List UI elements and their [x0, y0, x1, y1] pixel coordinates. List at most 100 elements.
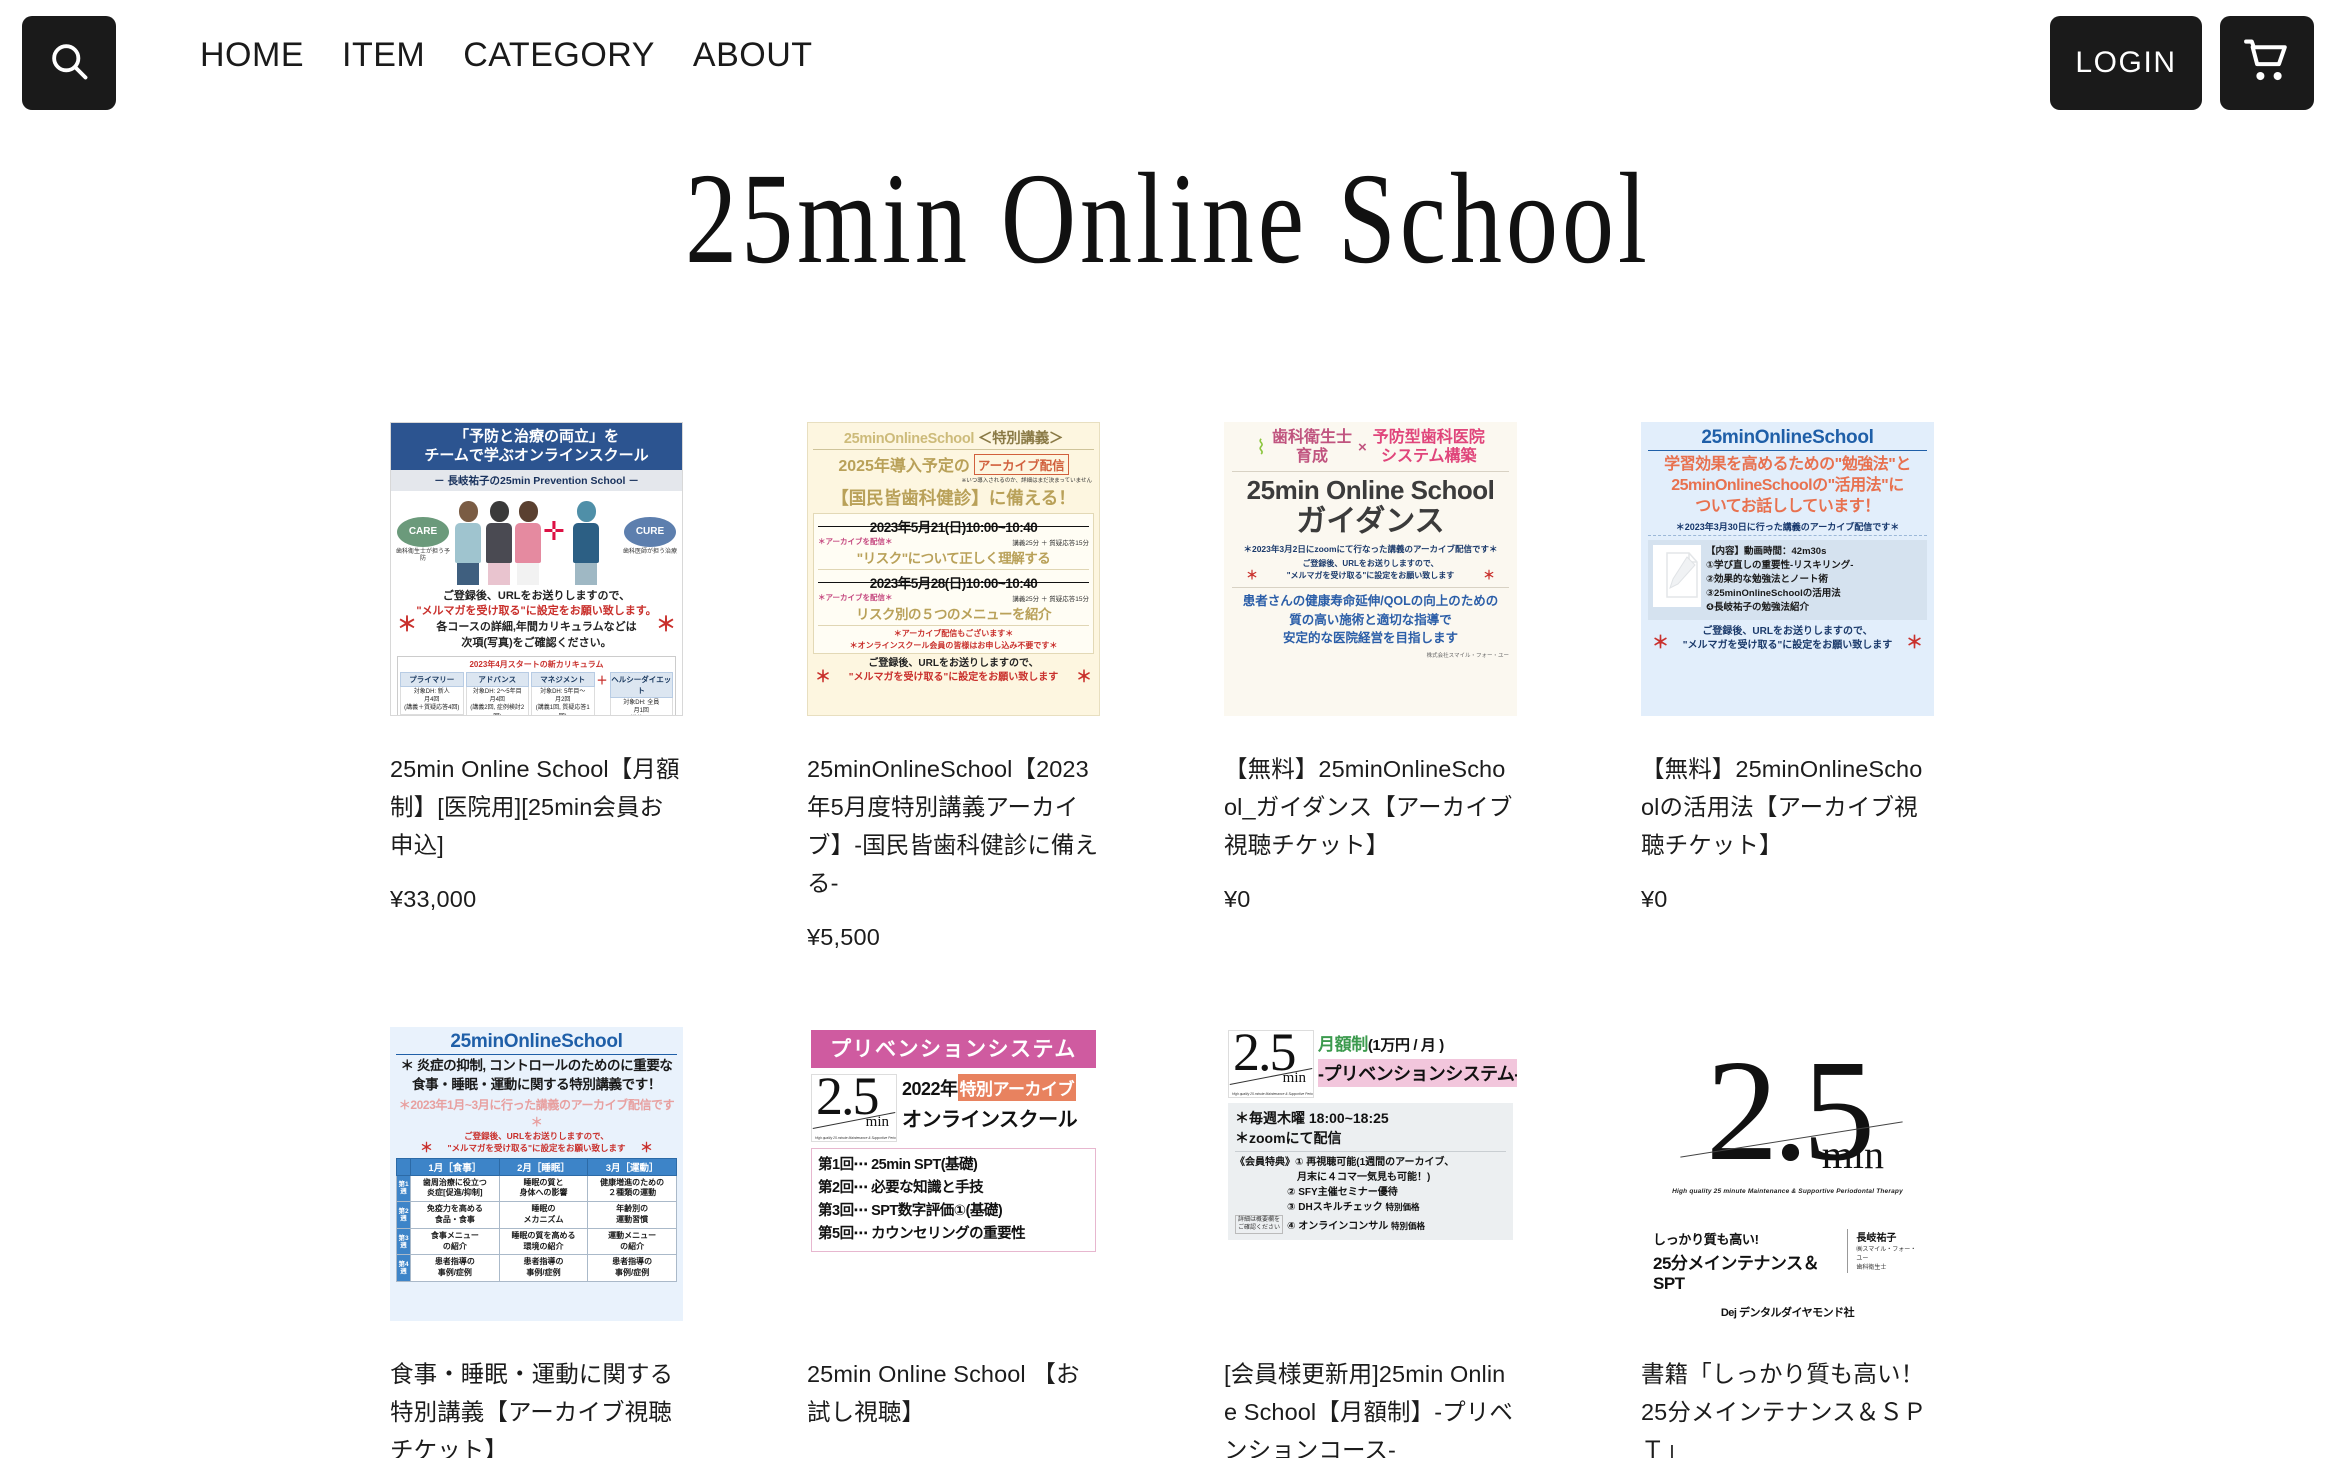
product-title: [会員様更新用]25min Online School【月額制】-プリベンション…	[1224, 1361, 1513, 1458]
nav-item-home[interactable]: HOME	[200, 36, 304, 75]
flyer1-col-b2: 月2回	[555, 697, 571, 704]
flyer-book-cover: 2.5 min High quality 25 minute Maintenan…	[1641, 1027, 1934, 1322]
flyer4-li2: ①学び直しの重要性-リスキリング-	[1706, 560, 1854, 572]
nav-item-item[interactable]: ITEM	[342, 36, 425, 75]
flyer5-col-feb: 2月［睡眠］	[498, 1157, 589, 1176]
flyer6-archive: 特別アーカイブ	[957, 1074, 1077, 1102]
flyer1-note2: "メルマガを受け取る"に設定をお願い致します。	[416, 605, 657, 618]
person-icon	[513, 500, 543, 585]
flyer4-l1: 学習効果を高めるための"勉強法"と	[1664, 456, 1911, 473]
product-title: 【無料】25minOnlineSchool_ガイダンス【アーカイブ視聴チケット】	[1224, 756, 1513, 859]
flyer2-special: ＜特別講義＞	[977, 431, 1064, 447]
flyer7-benefits-label: 《会員特典》	[1235, 1157, 1295, 1169]
flyer1-col: アドバンス 対象DH: 2～5年目 月4回 (講義2回, 症例検討2回)	[465, 672, 529, 715]
flyer4-li1: 【内容】動画時間：42m30s	[1706, 546, 1827, 558]
flyer1-care-sub: 歯科衛生士が担う予防	[395, 548, 450, 562]
product-card[interactable]: 2.5 min High quality 25 minute Maintenan…	[1641, 1027, 1934, 1458]
flyer2-brand: 25minOnlineSchool	[843, 431, 975, 447]
flyer5-l3b: "メルマガを受け取る"に設定をお願い致します	[447, 1143, 626, 1154]
flyer4-li3: ②効果的な勉強法とノート術	[1706, 574, 1829, 586]
flyer4-bot2: "メルマガを受け取る"に設定をお願い致します	[1682, 639, 1893, 651]
flyer1-col-b2: 月1回	[633, 708, 649, 715]
product-image: プリベンションシステム 2.5 min High quality 25 minu…	[807, 1027, 1100, 1322]
person-icon	[453, 500, 483, 585]
flyer7-note: 詳細は概要欄を ご確認ください	[1235, 1215, 1284, 1235]
flyer1-table-title: 2023年4月スタートの新カリキュラム	[469, 660, 604, 670]
login-button[interactable]: LOGIN	[2050, 16, 2202, 110]
flyer2-mins2: 講義25分 ＋ 質疑応答15分	[1012, 596, 1089, 603]
header-actions: LOGIN	[2050, 16, 2314, 110]
flyer7-plan-sub: (1万円 / 月 )	[1367, 1037, 1444, 1055]
document-pencil-icon	[1653, 545, 1701, 608]
flyer2-mins1: 講義25分 ＋ 質疑応答15分	[1012, 540, 1089, 547]
product-image: ⌇ 歯科衛生士 育成 × 予防型歯科医院 システム構築 25min Online…	[1224, 422, 1517, 716]
flyer2-arc1: ＊アーカイブを配信＊	[818, 537, 893, 546]
cart-button[interactable]	[2220, 16, 2314, 110]
product-card[interactable]: プリベンションシステム 2.5 min High quality 25 minu…	[807, 1027, 1100, 1458]
flyer3-x: ×	[1358, 438, 1367, 456]
flyer1-col-b3: (講義1回, 質疑応答1回)	[535, 705, 590, 715]
flyer-prevention-system-2022: プリベンションシステム 2.5 min High quality 25 minu…	[807, 1027, 1100, 1322]
flyer6-school: オンラインスクール	[902, 1109, 1078, 1132]
flyer6-item: 第1回⋯ 25min SPT(基礎)	[818, 1157, 978, 1174]
flyer2-topic2: リスク別の５つのメニューを紹介	[856, 607, 1052, 622]
flyer2-tiny-note: ※いつ導入されるのか、詳細はまだ決まっていません	[961, 478, 1092, 484]
flyer5-col-mar: 3月［運動］	[587, 1157, 677, 1176]
flyer3-h2b: システム構築	[1381, 448, 1477, 466]
flyer1-band-line1: 「予防と治療の両立」を	[453, 428, 619, 445]
flyer1-note3: 各コースの詳細,年間カリキュラムなどは	[436, 621, 637, 634]
product-title: 25min Online School【月額制】[医院用][25min会員お申込…	[390, 756, 680, 859]
flyer8-l2: 25分メインテナンス＆ SPT	[1653, 1254, 1820, 1294]
table-header-row: 1月［食事］ 2月［睡眠］ 3月［運動］	[396, 1157, 677, 1176]
flyer1-note4: 次項(写真)をご確認ください。	[461, 637, 612, 650]
table-row: 第1週 歯周治療に役立つ 炎症[促進/抑制] 睡眠の質と 身体への影響 健康増進…	[396, 1174, 677, 1203]
product-card[interactable]: 25minOnlineSchool ＜特別講義＞ 2025年導入予定の アーカイ…	[807, 422, 1100, 951]
product-price: ¥11,000	[807, 1453, 1100, 1458]
flyer5-col-jan: 1月［食事］	[410, 1157, 500, 1176]
flyer4-sub: ＊2023年3月30日に行った講義のアーカイブ配信です＊	[1648, 520, 1927, 537]
flyer4-li4: ③25minOnlineSchoolの活用法	[1706, 587, 1841, 599]
flyer1-col-b2: 月4回	[489, 697, 505, 704]
flyer7-h2: ＊zoomにて配信	[1235, 1129, 1342, 1146]
flyer1-col-b1: 対象DH: 5年目～	[540, 689, 586, 696]
product-title: 食事・睡眠・運動に関する特別講義【アーカイブ視聴チケット】	[390, 1361, 674, 1458]
flyer1-col: プライマリー 対象DH: 新人 月4回 (講義＋質疑応答4回)	[400, 672, 464, 715]
flyer7-b3s: 特別価格	[1385, 1202, 1420, 1213]
flyer1-col: ヘルシーダイエット 対象DH: 全員 月1回 (講義1回)	[609, 672, 673, 716]
flyer3-title: 25min Online School	[1246, 475, 1495, 506]
search-button[interactable]	[22, 16, 116, 110]
flyer2-archive-badge: アーカイブ配信	[973, 453, 1069, 475]
flyer7-plan: 月額制	[1318, 1035, 1368, 1055]
product-card[interactable]: 25minOnlineSchool 学習効果を高めるための"勉強法"と 25mi…	[1641, 422, 1934, 951]
flyer1-col: マネジメント 対象DH: 5年目～ 月2回 (講義1回, 質疑応答1回)	[531, 672, 595, 715]
flyer-diet-sleep-exercise: 25minOnlineSchool ＊ 炎症の抑制, コントロールのためのに重要…	[390, 1027, 683, 1322]
nav-item-category[interactable]: CATEGORY	[463, 36, 655, 75]
product-card[interactable]: 2.5 min High quality 25 minute Maintenan…	[1224, 1027, 1517, 1458]
flyer3-h1b: 育成	[1295, 448, 1328, 466]
flyer3-h1: 歯科衛生士	[1271, 429, 1352, 446]
flyer1-cure-sub: 歯科医師が担う治療	[622, 548, 677, 555]
flyer1-band-line2: チームで学ぶオンラインスクール	[424, 446, 649, 464]
nav-item-about[interactable]: ABOUT	[693, 36, 813, 75]
product-card[interactable]: ⌇ 歯科衛生士 育成 × 予防型歯科医院 システム構築 25min Online…	[1224, 422, 1517, 951]
flyer1-care-badge: CARE	[397, 516, 449, 547]
flyer1-col-b1: 対象DH: 全員	[623, 700, 660, 707]
search-icon	[47, 39, 91, 88]
flyer7-b1b: 月末に４コマ一気見も可能！)	[1297, 1172, 1431, 1184]
flyer5-l1a: ＊ 炎症の抑制, コントロールのためのに重要な	[400, 1058, 673, 1074]
flyer3-note2b: "メルマガを受け取る"に設定をお願い致します	[1286, 571, 1455, 581]
product-grid: 「予防と治療の両立」を チームで学ぶオンラインスクール － 長岐祐子の25min…	[0, 422, 2336, 1458]
product-price: ¥5,500	[807, 924, 881, 951]
product-card[interactable]: 「予防と治療の両立」を チームで学ぶオンラインスクール － 長岐祐子の25min…	[390, 422, 683, 951]
flyer2-topic1: "リスク"について正しく理解する	[856, 551, 1051, 566]
product-title: 25min Online School 【お試し視聴】	[807, 1361, 1080, 1426]
table-row: 第3週 食事メニュー の紹介 睡眠の質を高める 環境の紹介 運動メニュー の紹介	[396, 1227, 677, 1256]
flyer3-note: ＊2023年3月2日にzoomにて行なった講義のアーカイブ配信です＊	[1243, 544, 1498, 555]
flyer1-col-b3: (講義1回)	[611, 715, 673, 716]
flyer3-h2: 予防型歯科医院	[1372, 429, 1485, 446]
flyer6-band: プリベンションシステム	[811, 1030, 1096, 1069]
flyer7-b3: ③ DHスキルチェック	[1287, 1202, 1383, 1214]
flyer4-li5: ❹長岐祐子の勉強法紹介	[1706, 601, 1810, 613]
flyer5-l3a: ご登録後、URLをお送りしますので、	[464, 1131, 609, 1142]
product-card[interactable]: 25minOnlineSchool ＊ 炎症の抑制, コントロールのためのに重要…	[390, 1027, 683, 1458]
